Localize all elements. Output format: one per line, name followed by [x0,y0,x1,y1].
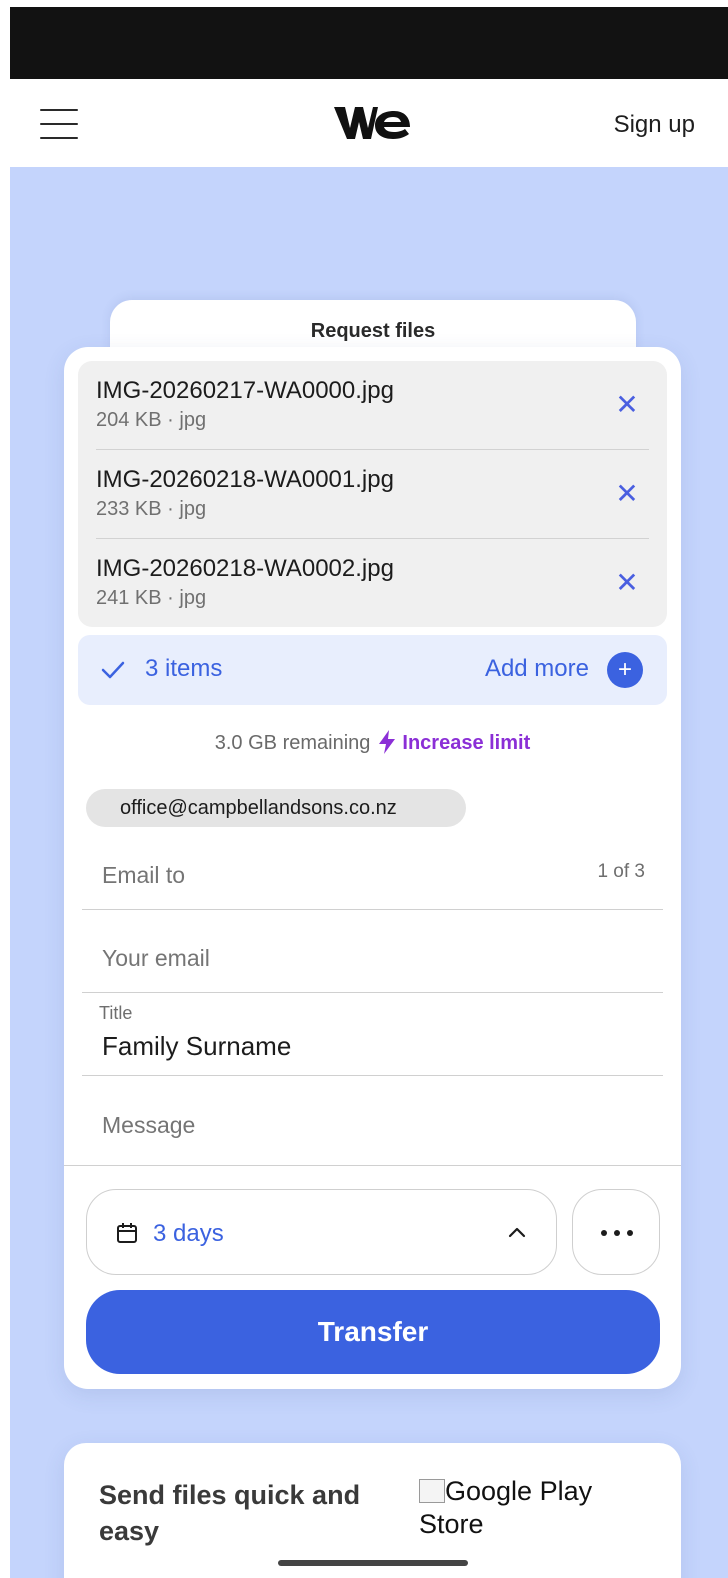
email-to-input[interactable] [102,862,542,889]
title-field[interactable]: Title Family Surname [82,993,663,1076]
your-email-field[interactable] [82,910,663,993]
close-icon[interactable]: ✕ [609,476,645,512]
lightning-bolt-icon [379,730,396,754]
checkmark-icon [101,661,125,679]
promo-text: Send files quick and easy [99,1480,361,1546]
increase-limit-link[interactable]: Increase limit [402,732,530,754]
close-icon[interactable]: ✕ [609,565,645,601]
add-files-plus-icon[interactable]: + [607,652,643,688]
title-value[interactable]: Family Surname [102,1031,291,1062]
your-email-input[interactable] [102,945,542,972]
transfer-button[interactable]: Transfer [86,1290,660,1374]
calendar-icon [117,1223,137,1243]
chevron-up-icon [508,1227,526,1238]
sign-up-link[interactable]: Sign up [614,111,695,139]
file-name: IMG-20260218-WA0002.jpg [96,555,394,582]
hamburger-menu-icon[interactable] [40,109,78,139]
file-name: IMG-20260217-WA0000.jpg [96,377,394,404]
file-list: IMG-20260217-WA0000.jpg 204 KB · jpg ✕ I… [78,361,667,627]
broken-image-icon [419,1479,445,1503]
top-nav: Sign up [10,79,728,167]
email-to-field[interactable]: 1 of 3 [82,827,663,910]
close-icon[interactable]: ✕ [609,387,645,423]
storage-remaining: 3.0 GB remaining Increase limit [64,730,681,755]
recipient-counter: 1 of 3 [597,861,645,882]
file-meta: 204 KB · jpg [96,409,207,431]
app-frame: Sign up Request files IMG-20260217-WA000… [10,7,728,1578]
file-item: IMG-20260218-WA0001.jpg 233 KB · jpg ✕ [78,450,667,539]
expiry-label: 3 days [153,1220,224,1247]
app-promo-card: Send files quick and easy Google Play St… [64,1443,681,1578]
items-count-toggle[interactable]: 3 items [145,655,222,683]
add-more-button[interactable]: Add more [485,655,589,683]
wetransfer-logo-icon[interactable] [334,103,410,143]
message-field[interactable] [82,1076,663,1159]
status-bar [10,7,728,79]
file-item: IMG-20260218-WA0002.jpg 241 KB · jpg ✕ [78,539,667,628]
google-play-store-link[interactable]: Google Play Store [419,1475,649,1541]
file-item: IMG-20260217-WA0000.jpg 204 KB · jpg ✕ [78,361,667,450]
file-name: IMG-20260218-WA0001.jpg [96,466,394,493]
items-summary-bar: 3 items Add more + [78,635,667,705]
recipient-chip[interactable]: office@campbellandsons.co.nz [86,789,466,827]
remaining-text: 3.0 GB remaining [214,732,371,754]
file-meta: 241 KB · jpg [96,587,207,609]
divider [64,1165,681,1166]
message-input[interactable] [102,1112,542,1139]
file-meta: 233 KB · jpg [96,498,207,520]
more-options-button[interactable] [572,1189,660,1275]
ellipsis-icon [601,1230,633,1236]
home-indicator [278,1560,468,1566]
expiry-selector[interactable]: 3 days [86,1189,557,1275]
title-label: Title [99,1003,133,1023]
transfer-panel: IMG-20260217-WA0000.jpg 204 KB · jpg ✕ I… [64,347,681,1389]
